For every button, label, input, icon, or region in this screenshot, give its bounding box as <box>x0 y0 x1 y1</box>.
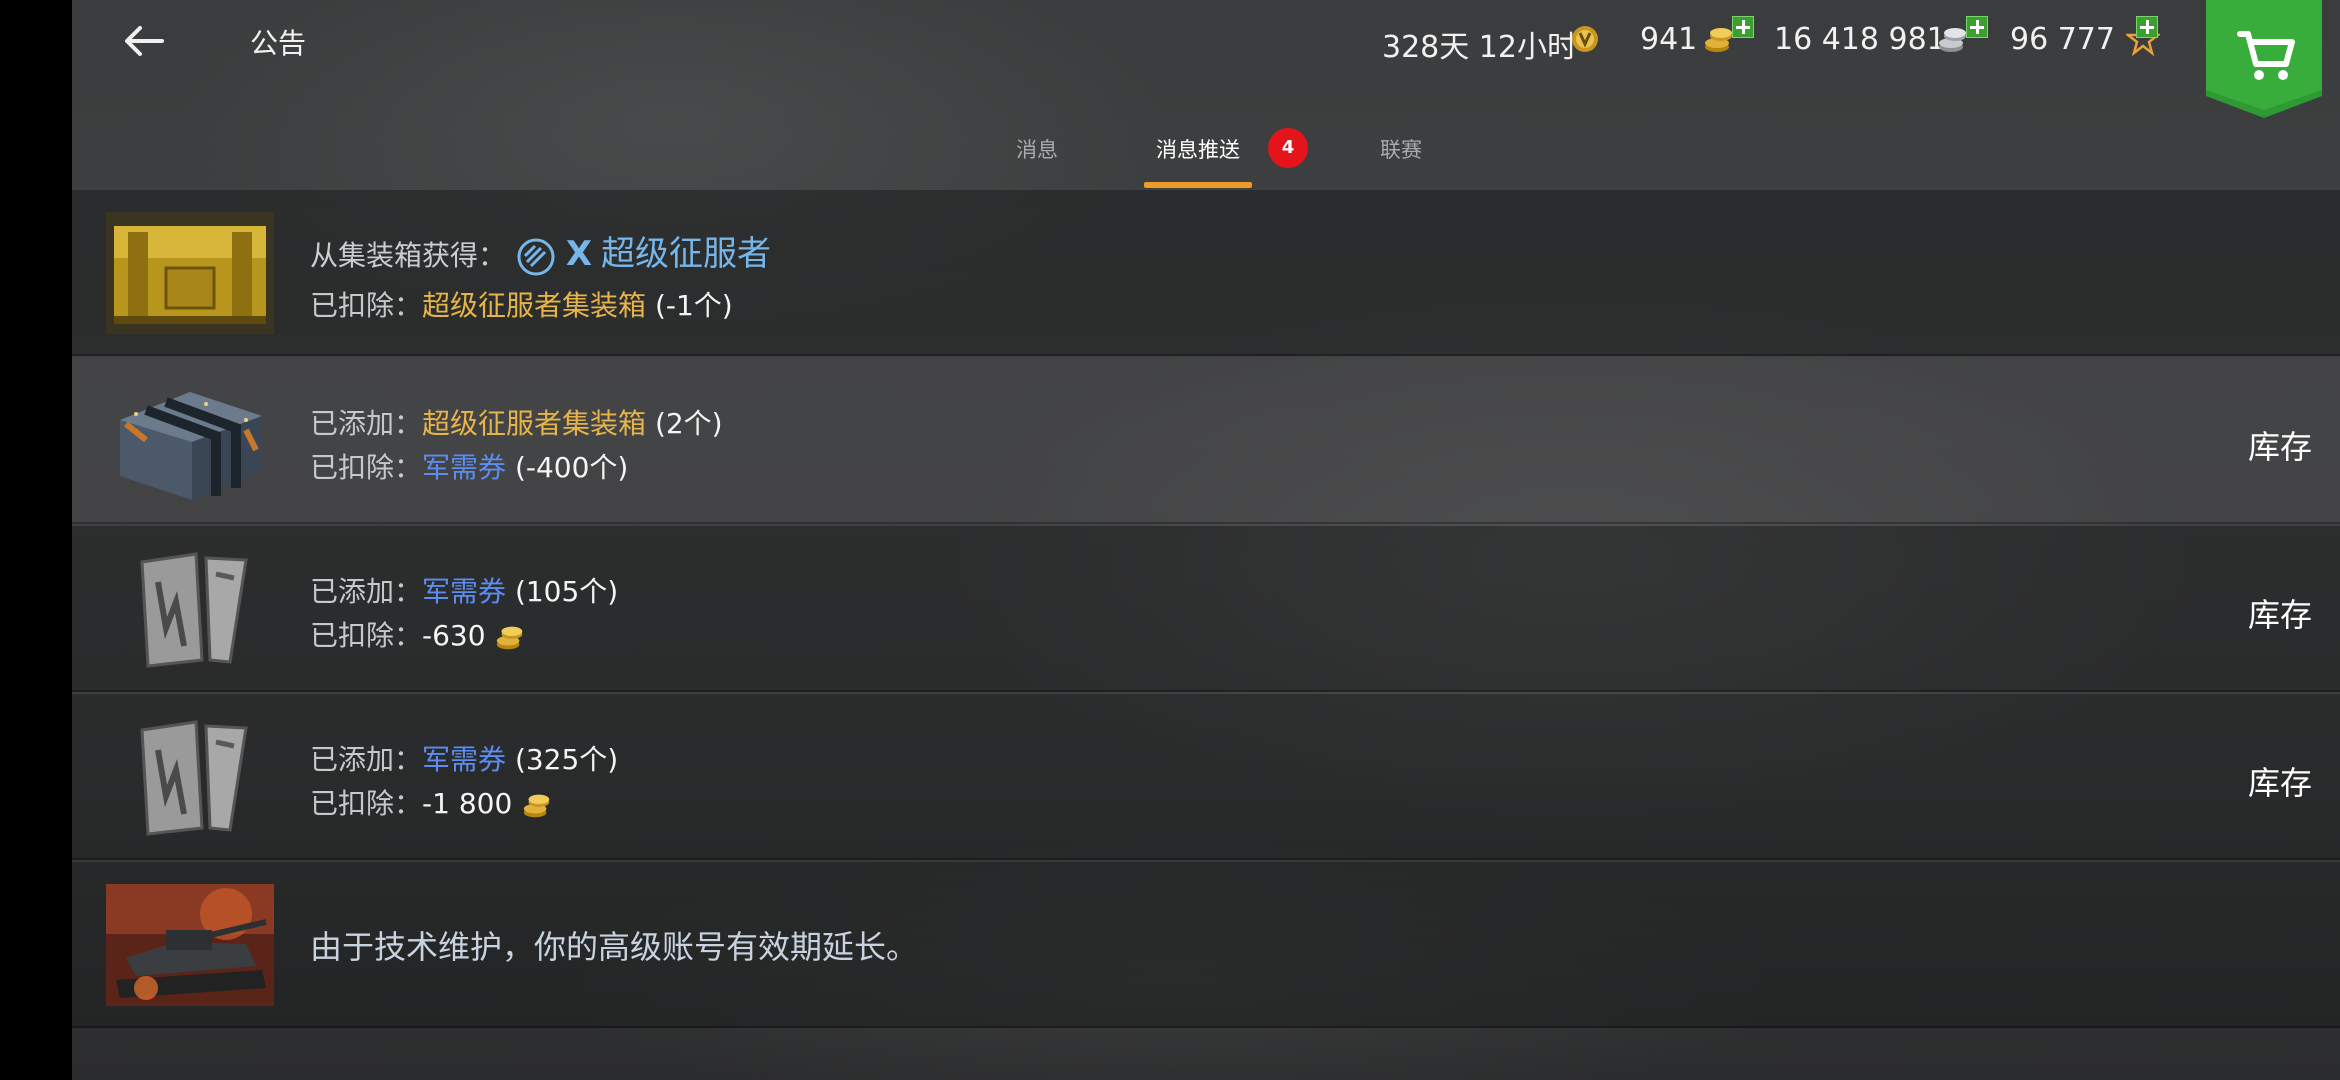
tab-league[interactable]: 联赛 <box>1380 134 1422 164</box>
tier-emblem-icon <box>517 238 555 276</box>
added-label: 已添加： <box>310 407 423 440</box>
tier-x-label: X <box>565 234 593 274</box>
list-item: 已添加：超级征服者集装箱 (2个) 已扣除：军需券 (-400个) 库存 <box>72 358 2340 524</box>
added-label: 已添加： <box>310 575 423 608</box>
list-item: 从集装箱获得： X 超级征服者 已扣除：超级征服者集装箱 (-1个) <box>72 190 2340 356</box>
deducted-gold-amount: -1 800 <box>422 787 513 820</box>
deducted-label: 已扣除： <box>310 451 423 484</box>
inventory-button[interactable]: 库存 <box>2248 758 2312 804</box>
back-button[interactable] <box>116 14 172 70</box>
item-line-2: 已扣除：超级征服者集装箱 (-1个) <box>310 284 733 324</box>
voucher-ticket-image <box>140 552 248 668</box>
item-line-1: 已添加：超级征服者集装箱 (2个) <box>310 402 723 442</box>
gold-coins-icon <box>524 794 550 818</box>
item-line-2: 已扣除：军需券 (-400个) <box>310 446 628 486</box>
item-line-1: 已添加：军需券 (325个) <box>310 738 618 778</box>
item-line-1: 已添加：军需券 (105个) <box>310 570 618 610</box>
gold-amount: 941 <box>1640 22 1698 57</box>
tab-messages[interactable]: 消息 <box>1016 134 1058 164</box>
premium-timer-icon <box>1572 26 1598 52</box>
item-line-1: 从集装箱获得： X 超级征服者 <box>310 226 771 278</box>
free-exp-amount: 96 777 <box>2010 22 2115 57</box>
container-name: 超级征服者集装箱 <box>422 407 647 440</box>
obtained-label: 从集装箱获得： <box>310 239 507 272</box>
add-gold-button[interactable] <box>1732 16 1754 38</box>
silver-coins-icon <box>1939 28 1966 52</box>
silver-amount: 16 418 981 <box>1774 22 1946 57</box>
list-item: 已添加：军需券 (105个) 已扣除：-630 库存 <box>72 526 2340 692</box>
voucher-name: 军需券 <box>422 451 507 484</box>
gold-coins-icon <box>497 626 523 650</box>
gold-container-image <box>106 212 274 334</box>
tank-battle-image <box>106 884 274 1006</box>
premium-timer: 328天 12小时 <box>1382 30 1577 65</box>
add-free-exp-button[interactable] <box>2136 16 2158 38</box>
top-bar: 公告 328天 12小时 941 16 418 981 96 777 <box>72 0 2340 118</box>
added-label: 已添加： <box>310 743 423 776</box>
screen: 公告 328天 12小时 941 16 418 981 96 777 消息 消息… <box>72 0 2340 1080</box>
deducted-gold-amount: -630 <box>422 619 486 652</box>
maintenance-message: 由于技术维护，你的高级账号有效期延长。 <box>310 928 919 966</box>
item-line-2: 已扣除：-1 800 <box>310 782 553 822</box>
added-amount: (105个) <box>514 575 619 608</box>
list-item: 由于技术维护，你的高级账号有效期延长。 <box>72 862 2340 1028</box>
tab-active-indicator <box>1144 182 1252 188</box>
gold-coins-icon <box>1705 28 1732 52</box>
page-title: 公告 <box>250 27 307 60</box>
tab-push-messages[interactable]: 消息推送 <box>1156 134 1240 164</box>
tab-bar: 消息 消息推送 4 联赛 <box>72 116 2340 190</box>
add-silver-button[interactable] <box>1966 16 1988 38</box>
item-line-2: 已扣除：-630 <box>310 614 526 654</box>
deducted-label: 已扣除： <box>310 787 423 820</box>
voucher-name: 军需券 <box>422 743 507 776</box>
list-item: 已添加：军需券 (325个) 已扣除：-1 800 库存 <box>72 694 2340 860</box>
deducted-label: 已扣除： <box>310 289 423 322</box>
deducted-amount: (-1个) <box>654 289 733 322</box>
back-arrow-icon <box>125 26 164 56</box>
added-amount: (2个) <box>654 407 723 440</box>
inventory-button[interactable]: 库存 <box>2248 590 2312 636</box>
inventory-button[interactable]: 库存 <box>2248 422 2312 468</box>
shop-button[interactable] <box>2206 0 2322 118</box>
container-name: 超级征服者集装箱 <box>422 289 647 322</box>
container-chest-image <box>120 392 262 500</box>
deducted-amount: (-400个) <box>514 451 629 484</box>
added-amount: (325个) <box>514 743 619 776</box>
voucher-ticket-image <box>140 720 248 836</box>
voucher-name: 军需券 <box>422 575 507 608</box>
unread-count-badge: 4 <box>1268 128 1308 168</box>
shopping-cart-icon <box>2206 0 2322 118</box>
vehicle-name: 超级征服者 <box>600 234 771 274</box>
deducted-label: 已扣除： <box>310 619 423 652</box>
